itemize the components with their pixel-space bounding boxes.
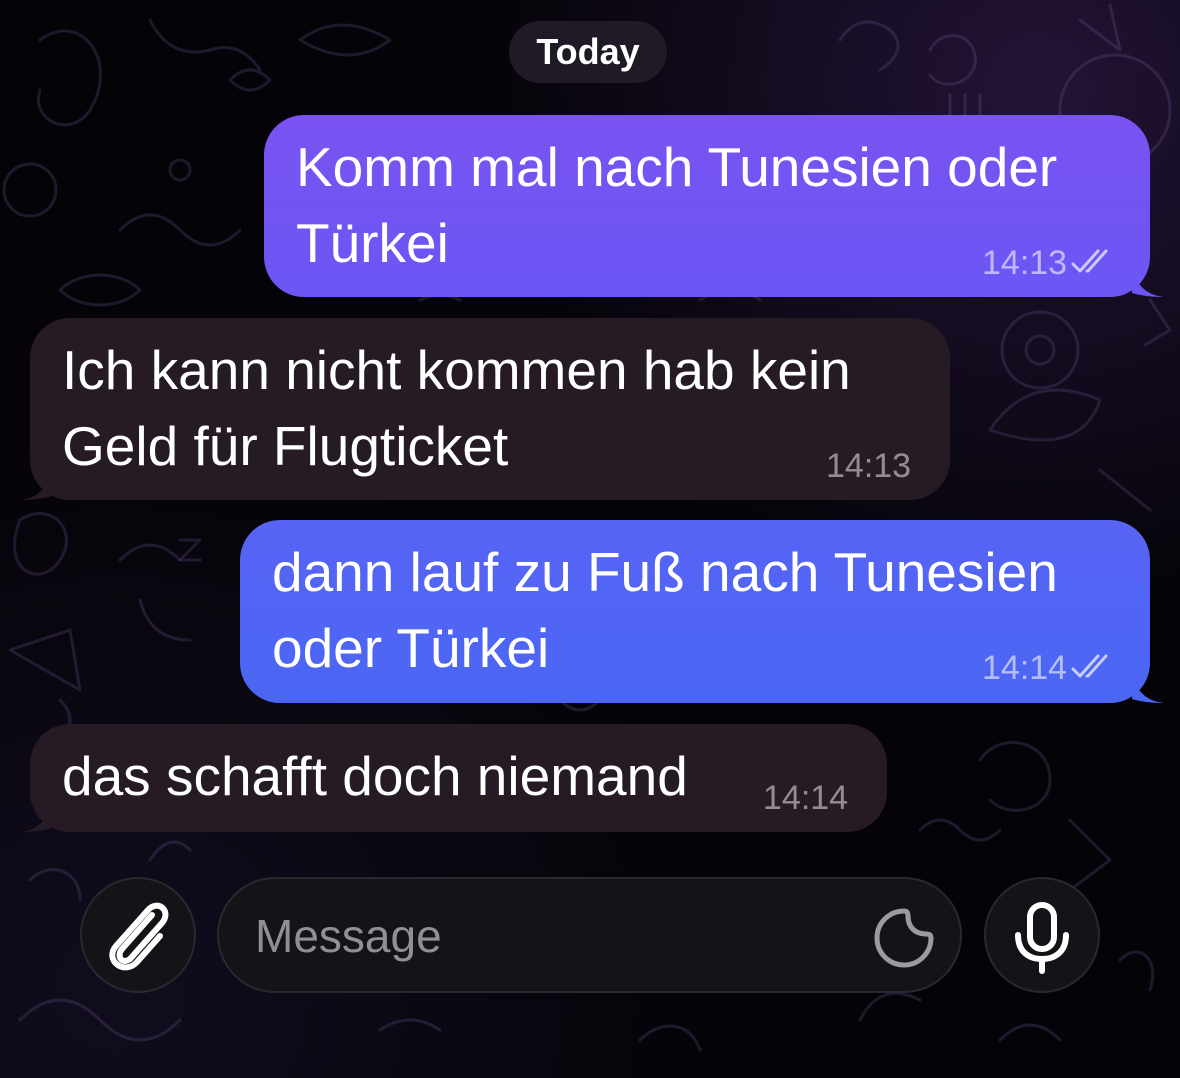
message-text-line: Türkei	[296, 212, 449, 274]
bubble-tail	[20, 802, 52, 832]
message-input[interactable]	[255, 903, 855, 969]
microphone-button[interactable]	[984, 877, 1100, 993]
message-time: 14:13	[982, 244, 1068, 282]
double-check-icon	[1071, 654, 1108, 678]
outgoing-message-bubble[interactable]: dann lauf zu Fuß nach Tunesien oder Türk…	[240, 520, 1164, 703]
attach-button[interactable]	[80, 877, 196, 993]
outgoing-message-bubble[interactable]: Komm mal nach Tunesien oder Türkei 14:13	[264, 115, 1164, 297]
message-meta: 14:14	[982, 648, 1117, 688]
microphone-icon	[1015, 902, 1069, 974]
message-time: 14:14	[763, 779, 849, 817]
message-text-line: Ich kann nicht kommen hab kein	[62, 339, 851, 401]
bubble-tail	[1132, 673, 1164, 703]
bubble-tail	[1132, 267, 1164, 297]
bubble-tail	[20, 470, 52, 500]
incoming-message-bubble[interactable]: das schafft doch niemand 14:14	[20, 724, 887, 832]
message-text-line: Komm mal nach Tunesien oder	[296, 136, 1058, 198]
message-text-line: dann lauf zu Fuß nach Tunesien	[272, 541, 1058, 603]
message-text-line: Geld für Flugticket	[62, 415, 509, 477]
chat-screen: Today Komm mal nach Tunesien oder Türkei…	[0, 0, 1180, 1078]
message-meta: 14:13	[982, 243, 1117, 283]
message-composer[interactable]	[217, 877, 962, 993]
double-check-icon	[1071, 249, 1108, 273]
date-separator: Today	[509, 21, 667, 83]
message-time: 14:13	[826, 447, 912, 485]
paperclip-icon	[109, 902, 169, 971]
message-time: 14:14	[982, 649, 1068, 687]
incoming-message-bubble[interactable]: Ich kann nicht kommen hab kein Geld für …	[20, 318, 950, 500]
sticker-icon[interactable]	[873, 907, 935, 969]
message-text-line: oder Türkei	[272, 617, 550, 679]
message-text-line: das schafft doch niemand	[62, 745, 688, 807]
